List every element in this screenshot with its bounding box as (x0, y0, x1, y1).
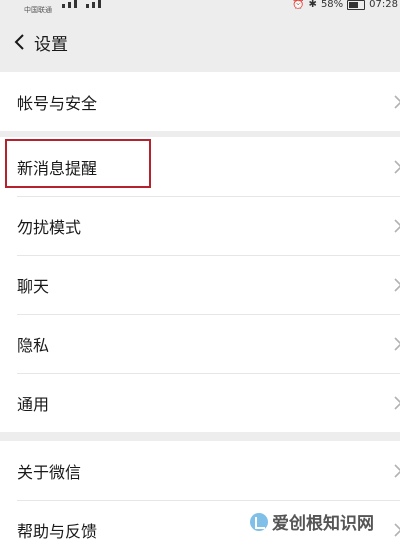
settings-item-label: 勿扰模式 (17, 217, 82, 237)
settings-item-label: 通用 (17, 394, 50, 414)
settings-item-about-wechat[interactable]: 关于微信 (0, 441, 400, 500)
chevron-right-icon (394, 522, 400, 537)
signal-bar-icon (62, 4, 65, 8)
battery-percent: 58% (320, 0, 344, 10)
settings-item-account-security[interactable]: 帐号与安全 (0, 72, 400, 131)
settings-item-label: 聊天 (17, 276, 50, 296)
settings-item-label: 隐私 (17, 335, 50, 355)
signal-bar-icon (86, 4, 89, 8)
settings-item-label: 新消息提醒 (17, 158, 98, 178)
signal-icons (62, 0, 101, 8)
signal-bar-icon (92, 2, 95, 8)
chevron-right-icon (394, 94, 400, 109)
watermark: 爱创根知识网 (250, 509, 374, 534)
chevron-right-icon (394, 395, 400, 410)
chevron-right-icon (394, 463, 400, 478)
chevron-right-icon (394, 218, 400, 233)
back-arrow-icon (14, 34, 24, 50)
settings-item-general[interactable]: 通用 (0, 373, 400, 432)
page-title: 设置 (34, 34, 68, 55)
chevron-right-icon (394, 159, 400, 174)
settings-item-chat[interactable]: 聊天 (0, 255, 400, 314)
settings-item-label: 关于微信 (17, 462, 82, 482)
signal-bar-icon (98, 0, 101, 8)
signal-bar-icon (68, 2, 71, 8)
settings-item-label: 帮助与反馈 (17, 521, 98, 541)
settings-group-general: 新消息提醒 勿扰模式 聊天 隐私 通用 (0, 137, 400, 432)
settings-group-account: 帐号与安全 (0, 72, 400, 131)
settings-item-label: 帐号与安全 (17, 93, 98, 113)
settings-item-new-message-alerts[interactable]: 新消息提醒 (0, 137, 400, 196)
chevron-right-icon (394, 277, 400, 292)
watermark-text: 爱创根知识网 (272, 514, 374, 534)
signal-bar-icon (74, 0, 77, 8)
battery-icon (347, 0, 366, 10)
alarm-icon: ⏰ (292, 0, 305, 10)
status-right: ⏰ ✱ 58% 07:28 (292, 0, 398, 10)
status-bar: 中国联通 ⏰ ✱ 58% 07:28 (0, 0, 400, 14)
settings-item-privacy[interactable]: 隐私 (0, 314, 400, 373)
watermark-logo-icon (250, 512, 268, 531)
chevron-right-icon (394, 336, 400, 351)
status-time: 07:28 (369, 0, 398, 10)
header: 设置 (0, 14, 400, 70)
settings-item-do-not-disturb[interactable]: 勿扰模式 (0, 196, 400, 255)
settings-group-about: 关于微信 帮助与反馈 (0, 441, 400, 559)
bluetooth-icon: ✱ (308, 0, 317, 10)
